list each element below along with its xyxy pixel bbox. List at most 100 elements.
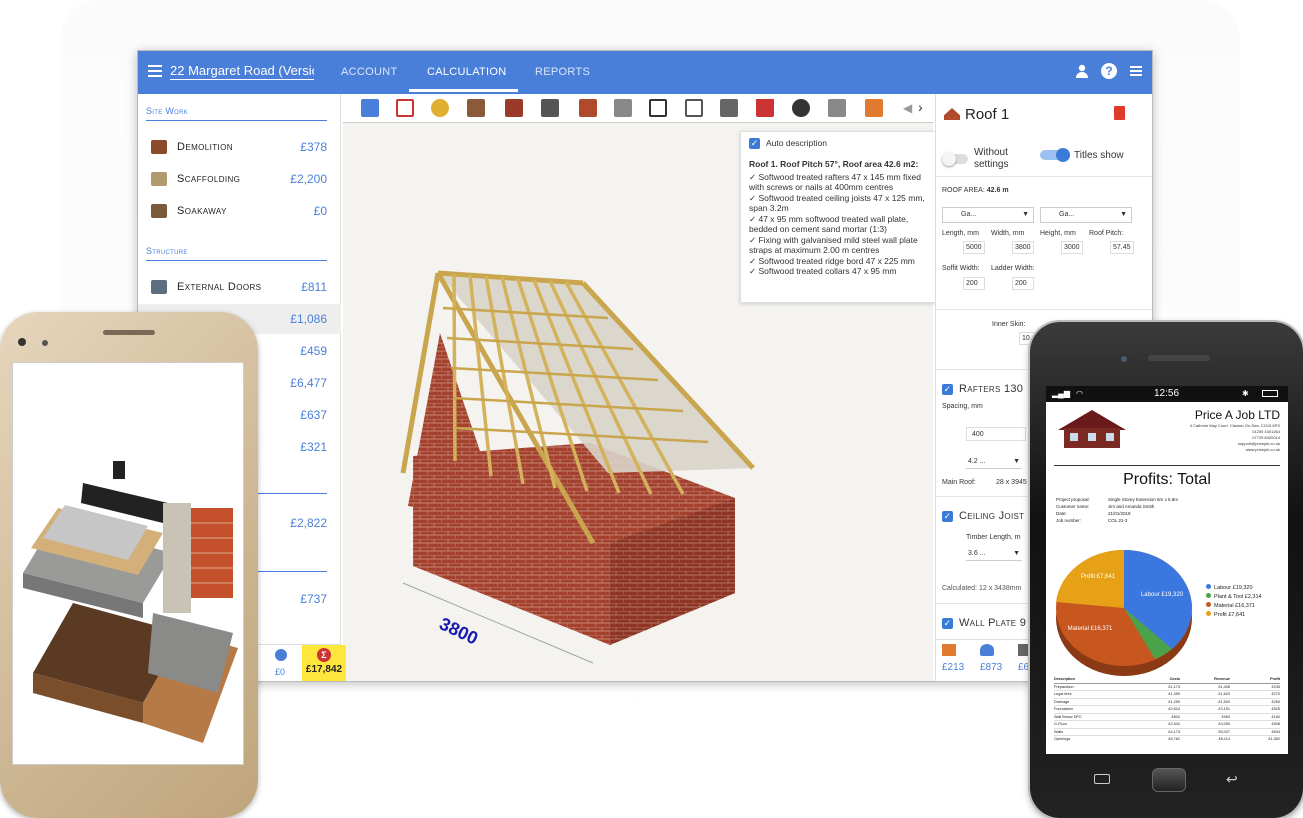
camera-icon <box>18 338 26 346</box>
table-row: G-Floor £2,542 £3,050 £508 <box>1054 721 1280 729</box>
roof-area-label: ROOF AREA: 42.6 m <box>942 187 1009 194</box>
home-button[interactable] <box>1152 768 1186 792</box>
signal-icon: ▂▄▆ <box>1052 389 1070 398</box>
checkbox-icon[interactable]: ✓ <box>749 138 760 150</box>
back-button-icon[interactable]: ↩ <box>1226 771 1238 788</box>
table-header-row: Description Costs Revenue Profit <box>1054 676 1280 684</box>
sum-icon: Σ <box>317 648 331 662</box>
pipe-icon[interactable] <box>431 99 449 117</box>
tap-icon[interactable] <box>828 99 846 117</box>
length-input[interactable]: 5000 <box>963 241 985 254</box>
titles-toggle[interactable] <box>1040 148 1070 162</box>
main-roof-value: 28 x 3945 <box>996 479 1027 486</box>
width-label: Width, mm <box>991 230 1025 237</box>
wall-plate-header[interactable]: ✓ Wall Plate 9 <box>942 617 1026 629</box>
tab-calculation[interactable]: CALCULATION <box>427 66 507 78</box>
table-row: Legal fees £1,350 £1,620 £270 <box>1054 691 1280 699</box>
lightbulb-icon[interactable] <box>792 99 810 117</box>
floor-section-3d <box>23 461 238 743</box>
gable-select-1[interactable]: Ga... ▼ <box>942 207 1034 223</box>
profit-table: Description Costs Revenue Profit Preparatio… <box>1054 676 1280 743</box>
legend-plant: Plant & Tool £2,314 <box>1206 593 1262 602</box>
ladder-input[interactable]: 200 <box>1012 277 1034 290</box>
camera-icon <box>1121 356 1127 362</box>
auto-description-panel: ✓ Auto description Roof 1. Roof Pitch 57°… <box>740 131 936 303</box>
description-line: ✓ Softwood treated rafters 47 x 145 mm f… <box>749 171 922 193</box>
legend-profit: Profit £7,641 <box>1206 611 1262 620</box>
settings-menu-icon[interactable] <box>1128 63 1144 79</box>
company-address: 4 Cathrine May Court, Clacton-On-Sea, CO… <box>1189 423 1280 452</box>
height-input[interactable]: 3000 <box>1061 241 1083 254</box>
spacing-input[interactable]: 400 <box>966 427 1026 441</box>
description-line: ✓ 47 x 95 mm softwood treated wall plate… <box>749 213 909 235</box>
item-demolition[interactable]: Demolition £378 <box>138 132 341 162</box>
width-input[interactable]: 3800 <box>1012 241 1034 254</box>
roof-icon[interactable] <box>756 99 774 117</box>
item-scaffolding[interactable]: Scaffolding £2,200 <box>138 164 341 194</box>
gable-select-2[interactable]: Ga... ▼ <box>1040 207 1132 223</box>
user-icon[interactable] <box>1074 63 1090 79</box>
heater-icon[interactable] <box>865 99 883 117</box>
toggle-label-titles-show: Titles show <box>1074 150 1124 161</box>
demolition-icon <box>151 140 167 154</box>
phone-screen <box>12 362 244 765</box>
settings-toggle[interactable] <box>942 152 968 166</box>
pitch-input[interactable]: 57.45 <box>1110 241 1134 254</box>
toggle-label-without-settings: Without settings <box>974 147 1009 170</box>
ceiling-header[interactable]: ✓ Ceiling Joist <box>942 510 1024 522</box>
help-icon[interactable]: ? <box>1101 63 1117 79</box>
bricks-icon[interactable] <box>579 99 597 117</box>
menu-icon[interactable] <box>148 65 162 77</box>
timber-length-select[interactable]: 3.6 ... ▼ <box>966 547 1022 561</box>
description-line: ✓ Softwood treated ceiling joists 47 x 1… <box>749 192 925 214</box>
scroll-left-icon[interactable]: ◀ <box>903 101 912 115</box>
delete-icon[interactable] <box>1114 106 1125 120</box>
phone-left <box>0 312 258 818</box>
table-row: Openings £6,762 £8,114 £1,352 <box>1054 737 1280 741</box>
tab-reports[interactable]: REPORTS <box>535 66 590 78</box>
tools-icon[interactable] <box>720 99 738 117</box>
wifi-icon: ◠ <box>1076 389 1083 398</box>
pie-label-labour: Labour £19,320 <box>1141 592 1184 598</box>
window-icon[interactable] <box>649 99 667 117</box>
item-soakaway[interactable]: Soakaway £0 <box>138 196 341 226</box>
checkbox-icon[interactable]: ✓ <box>942 617 953 629</box>
roof-icon <box>944 108 960 120</box>
wall-icon[interactable] <box>505 99 523 117</box>
battery-icon <box>1262 390 1278 397</box>
project-title[interactable]: 22 Margaret Road (Versio... <box>170 63 314 80</box>
menu-button-icon[interactable] <box>1094 774 1110 784</box>
status-bar: ▂▄▆ ◠ 12:56 ✱ <box>1046 386 1288 402</box>
soffit-input[interactable]: 200 <box>963 277 985 290</box>
active-tab-indicator <box>409 89 518 92</box>
marketing-composite: 22 Margaret Road (Versio... ACCOUNT CALC… <box>0 0 1303 818</box>
pitch-label: Roof Pitch: <box>1089 230 1124 237</box>
description-line: ✓ Softwood treated ridge bord 47 x 225 m… <box>749 255 915 266</box>
table-row: Drainage £1,250 £1,500 £250 <box>1054 699 1280 706</box>
beam-icon[interactable] <box>614 99 632 117</box>
divider <box>256 571 327 572</box>
top-bar: 22 Margaret Road (Versio... ACCOUNT CALC… <box>138 51 1152 94</box>
ladder-label: Ladder Width: <box>991 265 1035 272</box>
speaker-icon <box>103 330 155 335</box>
tab-account[interactable]: ACCOUNT <box>341 66 398 78</box>
worker-icon[interactable] <box>361 99 379 117</box>
slab-icon[interactable] <box>541 99 559 117</box>
legend-material: Material £16,371 <box>1206 602 1262 611</box>
checkbox-icon[interactable]: ✓ <box>942 510 953 522</box>
envelope-icon[interactable] <box>685 99 703 117</box>
chart-legend: Labour £19,320 Plant & Tool £2,314 Mater… <box>1206 584 1262 620</box>
stairs-icon[interactable] <box>467 99 485 117</box>
checkbox-icon[interactable]: ✓ <box>942 383 953 395</box>
scroll-right-icon[interactable]: › <box>918 99 923 115</box>
grand-total[interactable]: Σ £17,842 <box>302 645 346 681</box>
item-external-doors[interactable]: External Doors £811 <box>138 272 341 302</box>
rafters-header[interactable]: ✓ Rafters 130 <box>942 383 1023 395</box>
auto-description-toggle[interactable]: ✓ Auto description <box>749 138 927 150</box>
table-row: Foundation £2,624 £3,151 £525 <box>1054 706 1280 714</box>
rafter-length-select[interactable]: 4.2 ... ▼ <box>966 455 1022 469</box>
warning-icon[interactable] <box>396 99 414 117</box>
divider <box>146 260 327 261</box>
table-row: Walls £4,173 £5,007 £834 <box>1054 729 1280 736</box>
divider <box>1054 465 1280 466</box>
